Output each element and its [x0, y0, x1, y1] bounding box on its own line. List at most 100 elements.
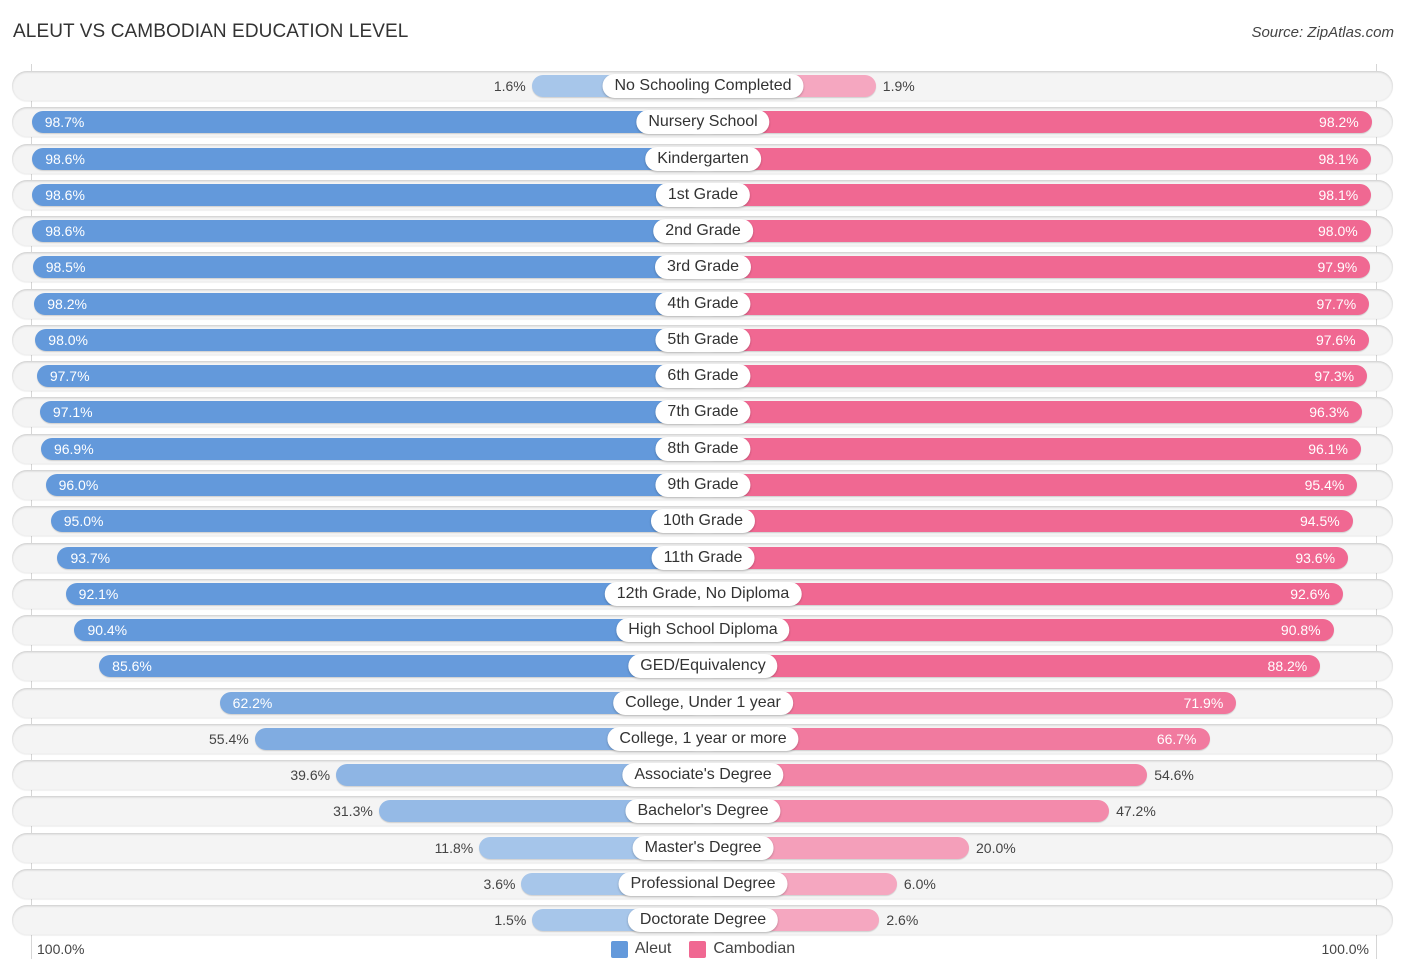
- value-label-aleut: 98.6%: [45, 186, 85, 203]
- bar-aleut[interactable]: [32, 147, 703, 170]
- category-label: Master's Degree: [632, 835, 774, 860]
- bar-aleut[interactable]: [57, 546, 703, 569]
- legend-item-aleut[interactable]: Aleut: [610, 940, 672, 958]
- category-label: 10th Grade: [650, 509, 756, 534]
- bar-cambodian[interactable]: [703, 655, 1321, 678]
- category-label: Nursery School: [636, 110, 770, 135]
- value-label-cambodian: 66.7%: [1156, 730, 1197, 747]
- legend-item-cambodian[interactable]: Cambodian: [689, 940, 795, 958]
- bar-aleut[interactable]: [40, 437, 703, 460]
- category-label: 9th Grade: [655, 472, 751, 497]
- value-label-cambodian: 97.7%: [1316, 295, 1357, 312]
- category-label: 2nd Grade: [653, 219, 753, 244]
- value-label-cambodian: 98.1%: [1318, 186, 1359, 203]
- bar-cambodian[interactable]: [703, 220, 1371, 243]
- legend-swatch-aleut: [610, 940, 628, 958]
- value-label-aleut: 11.8%: [434, 839, 474, 856]
- value-label-cambodian: 94.5%: [1299, 513, 1340, 530]
- bar-cambodian[interactable]: [703, 365, 1368, 388]
- bar-aleut[interactable]: [45, 473, 703, 496]
- value-label-cambodian: 47.2%: [1116, 803, 1156, 820]
- value-label-cambodian: 20.0%: [976, 839, 1016, 856]
- value-label-aleut: 97.1%: [52, 404, 93, 421]
- bar-cambodian[interactable]: [703, 292, 1370, 315]
- value-label-aleut: 96.9%: [53, 440, 94, 457]
- category-label: Associate's Degree: [622, 763, 784, 788]
- value-label-cambodian: 98.1%: [1318, 150, 1359, 167]
- value-label-aleut: 85.6%: [112, 658, 152, 675]
- bar-cambodian[interactable]: [703, 473, 1358, 496]
- value-label-aleut: 96.0%: [58, 476, 99, 493]
- category-label: 12th Grade, No Diploma: [604, 581, 802, 606]
- legend-swatch-cambodian: [689, 940, 707, 958]
- legend-label-aleut: Aleut: [634, 940, 672, 957]
- value-label-cambodian: 6.0%: [903, 875, 936, 892]
- legend-label-cambodian: Cambodian: [713, 940, 796, 957]
- value-label-cambodian: 54.6%: [1154, 767, 1194, 784]
- category-label: Doctorate Degree: [627, 908, 779, 933]
- bar-cambodian[interactable]: [703, 183, 1372, 206]
- value-label-cambodian: 97.9%: [1317, 259, 1358, 276]
- bar-aleut[interactable]: [99, 655, 703, 678]
- value-label-aleut: 98.0%: [48, 331, 88, 348]
- value-label-cambodian: 97.6%: [1315, 331, 1356, 348]
- bar-cambodian[interactable]: [703, 328, 1369, 351]
- value-label-cambodian: 93.6%: [1295, 549, 1336, 566]
- bar-cambodian[interactable]: [703, 147, 1372, 170]
- bar-aleut[interactable]: [36, 365, 703, 388]
- value-label-aleut: 39.6%: [290, 767, 331, 784]
- category-label: 7th Grade: [655, 400, 751, 425]
- value-label-cambodian: 98.2%: [1319, 114, 1359, 131]
- category-label: GED/Equivalency: [628, 654, 778, 679]
- value-label-aleut: 98.2%: [47, 295, 87, 312]
- category-label: 11th Grade: [651, 545, 755, 570]
- category-label: College, 1 year or more: [607, 726, 799, 751]
- category-label: No Schooling Completed: [602, 74, 804, 98]
- bar-cambodian[interactable]: [703, 619, 1334, 642]
- value-label-cambodian: 96.1%: [1308, 440, 1348, 457]
- bar-cambodian[interactable]: [703, 437, 1361, 460]
- category-label: 6th Grade: [655, 364, 751, 389]
- value-label-aleut: 1.6%: [493, 78, 526, 94]
- value-label-aleut: 98.5%: [45, 259, 86, 276]
- value-label-aleut: 97.7%: [49, 368, 90, 385]
- bar-cambodian[interactable]: [703, 401, 1362, 424]
- value-label-cambodian: 90.8%: [1280, 622, 1321, 639]
- value-label-aleut: 95.0%: [63, 513, 104, 530]
- value-label-aleut: 98.6%: [45, 150, 85, 167]
- value-label-aleut: 55.4%: [209, 730, 249, 747]
- value-label-cambodian: 96.3%: [1309, 404, 1349, 421]
- bar-cambodian[interactable]: [703, 111, 1372, 134]
- category-label: 3rd Grade: [654, 255, 752, 280]
- legend: Aleut Cambodian: [0, 940, 1406, 958]
- value-label-cambodian: 71.9%: [1183, 694, 1224, 711]
- bar-aleut[interactable]: [39, 401, 703, 424]
- bar-aleut[interactable]: [32, 256, 703, 279]
- value-label-cambodian: 98.0%: [1318, 223, 1358, 240]
- value-label-cambodian: 88.2%: [1267, 658, 1308, 675]
- value-label-cambodian: 1.9%: [882, 78, 915, 94]
- bar-aleut[interactable]: [32, 183, 703, 206]
- bar-aleut[interactable]: [35, 328, 703, 351]
- bar-aleut[interactable]: [50, 510, 703, 533]
- value-label-aleut: 93.7%: [70, 549, 111, 566]
- value-label-cambodian: 92.6%: [1290, 585, 1330, 602]
- value-label-aleut: 62.2%: [232, 694, 273, 711]
- bar-cambodian[interactable]: [703, 510, 1353, 533]
- bar-aleut[interactable]: [74, 619, 703, 642]
- value-label-cambodian: 95.4%: [1304, 476, 1345, 493]
- value-label-cambodian: 2.6%: [886, 912, 919, 929]
- category-label: 1st Grade: [655, 182, 751, 207]
- value-label-aleut: 1.5%: [494, 912, 527, 929]
- bar-cambodian[interactable]: [703, 256, 1371, 279]
- category-label: 4th Grade: [655, 291, 751, 316]
- bar-aleut[interactable]: [32, 220, 703, 243]
- value-label-aleut: 31.3%: [333, 803, 373, 820]
- bar-cambodian[interactable]: [703, 546, 1349, 569]
- value-label-cambodian: 97.3%: [1314, 368, 1355, 385]
- bar-aleut[interactable]: [31, 111, 703, 134]
- category-label: Bachelor's Degree: [625, 799, 781, 824]
- bar-aleut[interactable]: [34, 292, 703, 315]
- value-label-aleut: 90.4%: [87, 622, 128, 639]
- category-label: 5th Grade: [655, 327, 751, 352]
